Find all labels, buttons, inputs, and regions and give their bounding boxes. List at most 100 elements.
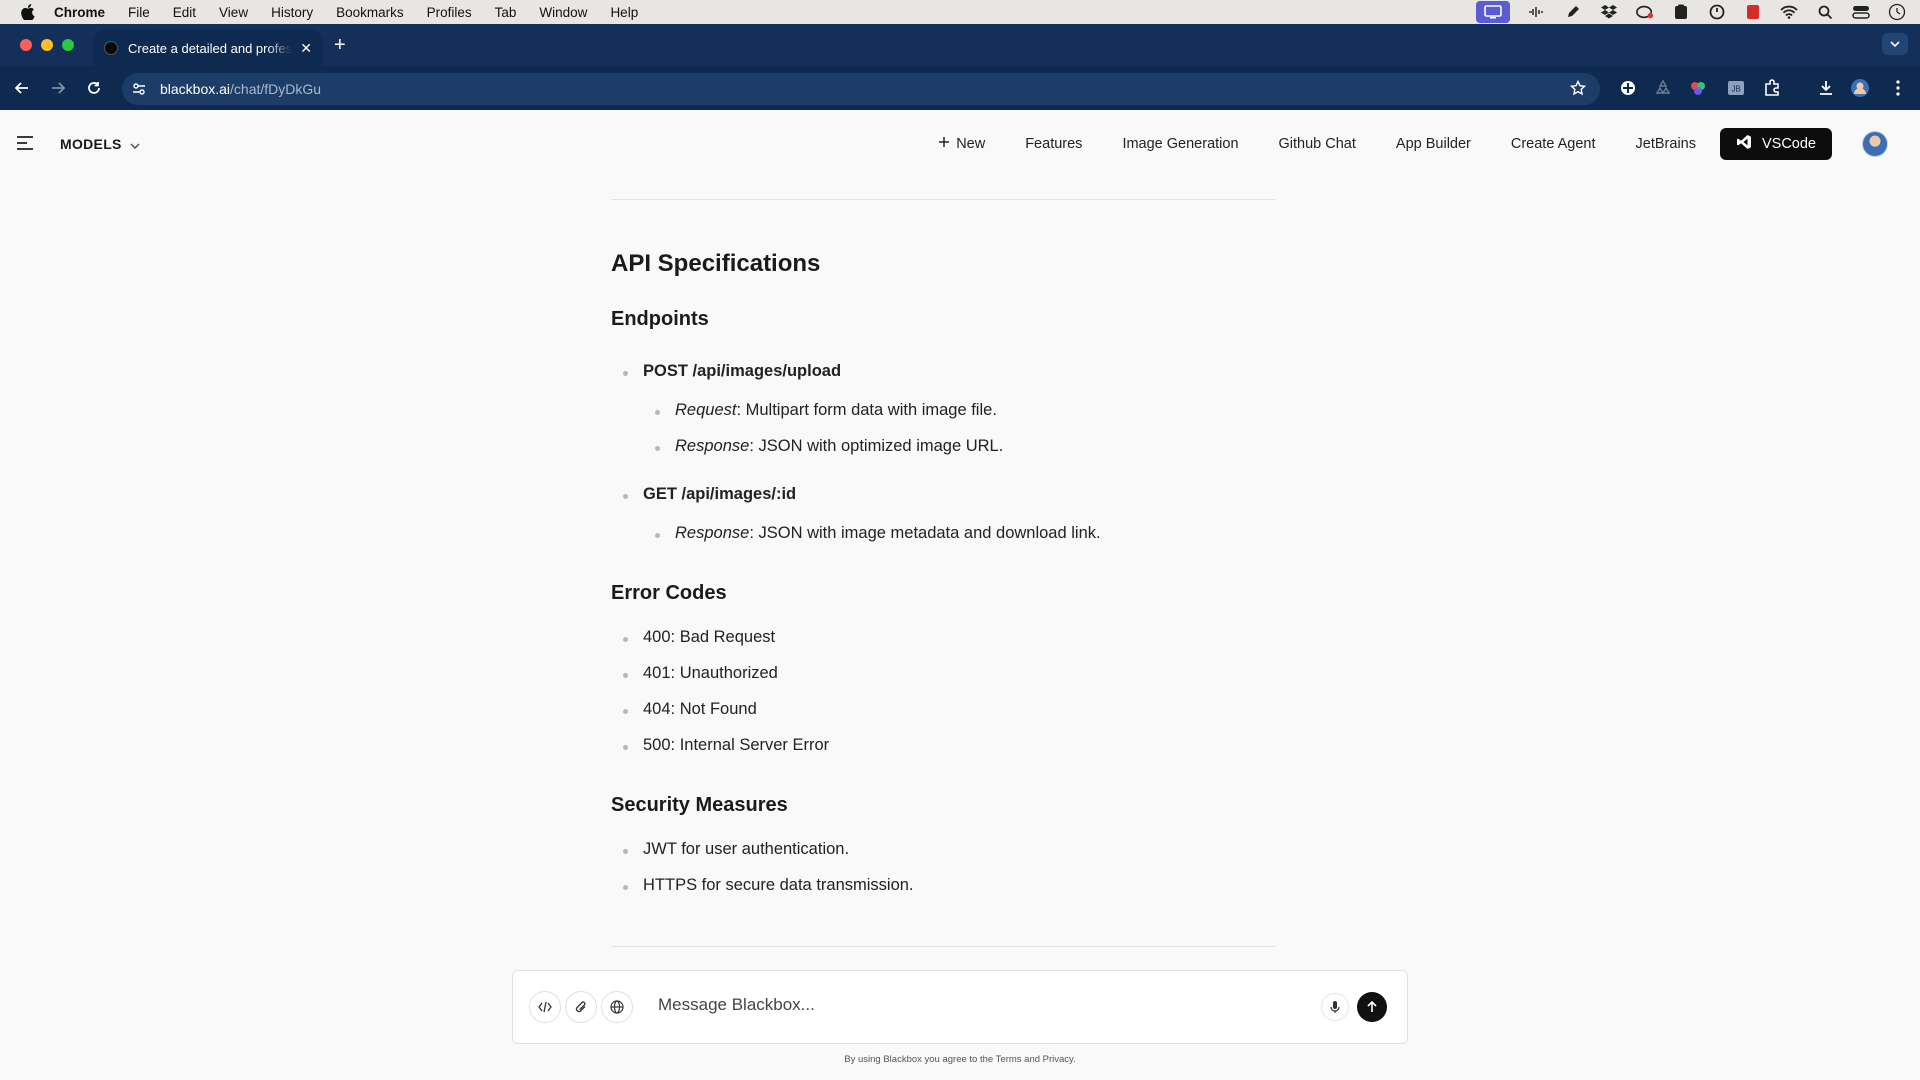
code-mode-button[interactable] bbox=[529, 991, 561, 1023]
user-avatar[interactable] bbox=[1862, 131, 1888, 157]
tab-search-button[interactable] bbox=[1882, 33, 1908, 55]
address-bar[interactable]: blackbox.ai/chat/fDyDkGu bbox=[122, 73, 1600, 105]
url-text[interactable]: blackbox.ai/chat/fDyDkGu bbox=[160, 81, 321, 97]
profile-avatar-icon[interactable] bbox=[1850, 78, 1870, 98]
send-button[interactable] bbox=[1357, 992, 1387, 1022]
macos-menu-bar: Chrome File Edit View History Bookmarks … bbox=[0, 0, 1920, 24]
security-measures-heading: Security Measures bbox=[611, 794, 788, 816]
back-button[interactable] bbox=[12, 78, 32, 98]
error-codes-heading: Error Codes bbox=[611, 582, 727, 604]
sidebar-toggle-icon[interactable] bbox=[16, 135, 34, 151]
vscode-icon bbox=[1736, 134, 1752, 154]
header-nav: New Features Image Generation Github Cha… bbox=[938, 110, 1920, 178]
menu-tab[interactable]: Tab bbox=[495, 5, 517, 20]
get-response-label: Response bbox=[675, 524, 750, 542]
vscode-button[interactable]: VSCode bbox=[1719, 128, 1832, 160]
menu-chrome[interactable]: Chrome bbox=[54, 5, 105, 20]
security-item: HTTPS for secure data transmission. bbox=[623, 876, 914, 894]
minimize-window-button[interactable] bbox=[41, 39, 53, 51]
legal-notice: By using Blackbox you agree to the Terms… bbox=[844, 1054, 1076, 1065]
response-text: : JSON with optimized image URL. bbox=[749, 437, 1004, 455]
apple-icon[interactable] bbox=[20, 4, 36, 20]
error-code-item: 400: Bad Request bbox=[622, 628, 776, 646]
extension-photo-icon[interactable]: JB bbox=[1726, 78, 1746, 98]
extensions-puzzle-icon[interactable] bbox=[1762, 78, 1782, 98]
wifi-icon[interactable] bbox=[1780, 4, 1798, 20]
clock-icon[interactable] bbox=[1888, 3, 1906, 21]
edit-app-icon[interactable] bbox=[1564, 4, 1582, 20]
status-tray bbox=[1476, 0, 1906, 24]
request-label: Request bbox=[675, 401, 737, 419]
url-path: /chat/fDyDkGu bbox=[230, 81, 322, 97]
bookmark-star-icon[interactable] bbox=[1569, 79, 1587, 101]
get-response-text: : JSON with image metadata and download … bbox=[749, 524, 1101, 542]
post-endpoint-item: POST /api/images/upload bbox=[622, 362, 842, 380]
forward-button[interactable] bbox=[48, 78, 68, 98]
get-endpoint-item: GET /api/images/:id bbox=[622, 485, 797, 503]
menu-history[interactable]: History bbox=[271, 5, 313, 20]
menu-bookmarks[interactable]: Bookmarks bbox=[336, 5, 404, 20]
tab-close-icon[interactable]: ✕ bbox=[300, 40, 312, 57]
plus-icon bbox=[938, 136, 950, 152]
audio-wave-icon[interactable] bbox=[1528, 4, 1546, 20]
post-request-item: Request: Multipart form data with image … bbox=[655, 401, 997, 420]
zoom-window-button[interactable] bbox=[62, 39, 74, 51]
extension-shield-icon[interactable] bbox=[1618, 78, 1638, 98]
spotlight-search-icon[interactable] bbox=[1816, 4, 1834, 20]
endpoints-heading: Endpoints bbox=[611, 308, 709, 330]
menu-file[interactable]: File bbox=[128, 5, 150, 20]
models-label: MODELS bbox=[60, 136, 122, 152]
nav-app-builder[interactable]: App Builder bbox=[1396, 136, 1471, 152]
site-header: MODELS New Features Image Generation Git… bbox=[0, 110, 1920, 178]
browser-toolbar: blackbox.ai/chat/fDyDkGu JB bbox=[0, 66, 1920, 110]
request-text: : Multipart form data with image file. bbox=[736, 401, 997, 419]
error-code-item: 500: Internal Server Error bbox=[622, 736, 830, 754]
new-chat-button[interactable]: New bbox=[938, 136, 985, 152]
post-response-item: Response: JSON with optimized image URL. bbox=[654, 437, 1004, 456]
chevron-down-icon bbox=[130, 136, 140, 152]
nav-create-agent[interactable]: Create Agent bbox=[1511, 136, 1596, 152]
timer-icon[interactable] bbox=[1708, 4, 1726, 20]
reload-button[interactable] bbox=[84, 78, 104, 98]
menu-window[interactable]: Window bbox=[539, 5, 587, 20]
extension-recycle-icon[interactable] bbox=[1653, 78, 1673, 98]
chrome-menu-icon[interactable] bbox=[1888, 78, 1908, 98]
window-controls bbox=[20, 39, 74, 51]
control-center-icon[interactable] bbox=[1852, 4, 1870, 20]
models-dropdown[interactable]: MODELS bbox=[60, 136, 140, 152]
new-tab-button[interactable]: + bbox=[334, 34, 346, 57]
svg-text:JB: JB bbox=[1731, 85, 1740, 94]
nav-image-generation[interactable]: Image Generation bbox=[1122, 136, 1238, 152]
nav-features[interactable]: Features bbox=[1025, 136, 1082, 152]
vscode-label: VSCode bbox=[1761, 136, 1816, 152]
extension-color-icon[interactable] bbox=[1688, 78, 1708, 98]
new-chat-label: New bbox=[956, 136, 986, 152]
tab-title: Create a detailed and professional bbox=[128, 40, 293, 56]
get-response-item: Response: JSON with image metadata and d… bbox=[655, 524, 1101, 543]
nav-github-chat[interactable]: Github Chat bbox=[1279, 136, 1356, 152]
attach-file-button[interactable] bbox=[565, 991, 597, 1023]
nav-jetbrains[interactable]: JetBrains bbox=[1636, 136, 1696, 152]
site-settings-icon[interactable] bbox=[130, 80, 148, 98]
security-item: JWT for user authentication. bbox=[622, 840, 850, 858]
notes-app-icon[interactable] bbox=[1744, 4, 1762, 20]
web-search-button[interactable] bbox=[601, 991, 633, 1023]
microphone-button[interactable] bbox=[1321, 993, 1349, 1021]
downloads-icon[interactable] bbox=[1816, 78, 1836, 98]
api-specifications-heading: API Specifications bbox=[611, 250, 821, 277]
browser-tab-active[interactable]: Create a detailed and professional ✕ bbox=[94, 30, 322, 66]
message-input[interactable]: Message Blackbox... bbox=[658, 995, 815, 1015]
menu-view[interactable]: View bbox=[219, 5, 248, 20]
error-code-item: 404: Not Found bbox=[623, 700, 757, 718]
menu-help[interactable]: Help bbox=[610, 5, 638, 20]
screen-share-icon[interactable] bbox=[1476, 1, 1510, 23]
dropbox-icon[interactable] bbox=[1600, 4, 1618, 20]
menu-edit[interactable]: Edit bbox=[173, 5, 196, 20]
browser-tab-strip: Create a detailed and professional ✕ + bbox=[0, 24, 1920, 66]
url-host: blackbox.ai bbox=[160, 81, 231, 97]
close-window-button[interactable] bbox=[20, 39, 32, 51]
creative-cloud-icon[interactable] bbox=[1636, 4, 1654, 20]
clipboard-app-icon[interactable] bbox=[1672, 4, 1690, 20]
bottom-divider bbox=[611, 946, 1275, 947]
menu-profiles[interactable]: Profiles bbox=[427, 5, 472, 20]
